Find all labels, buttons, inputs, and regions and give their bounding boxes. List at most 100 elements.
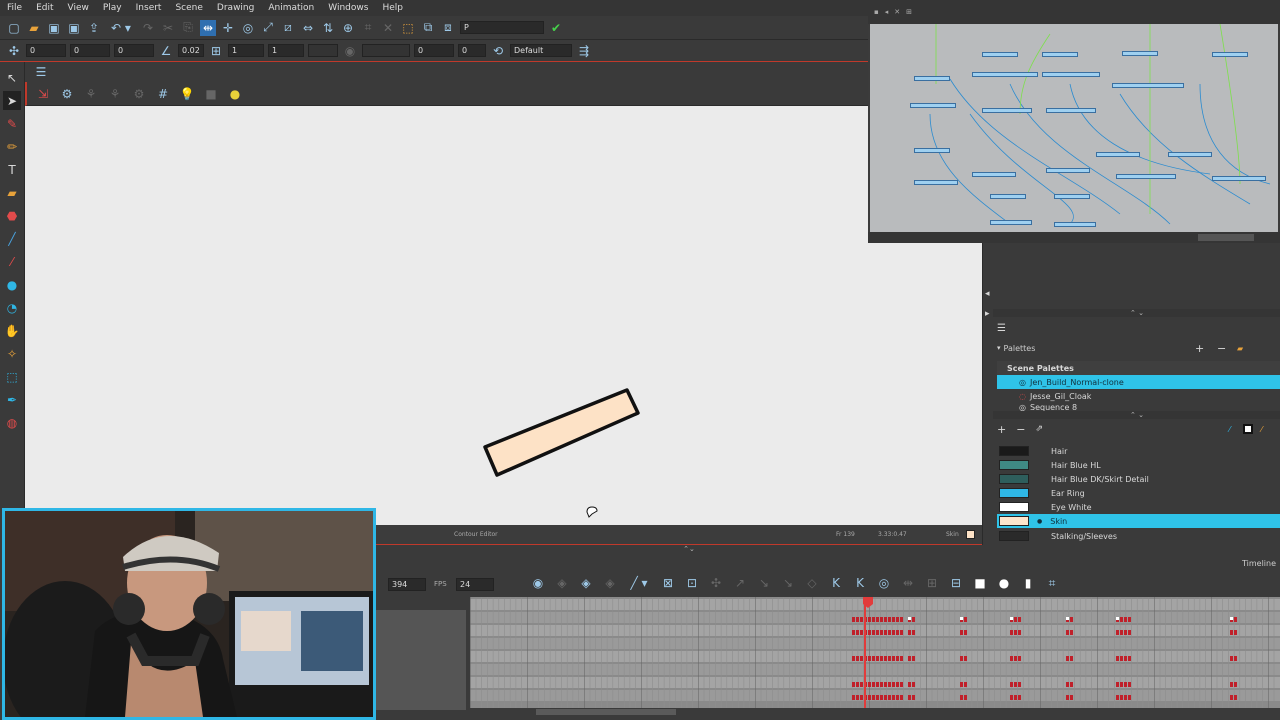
key-mark[interactable] bbox=[1116, 695, 1119, 700]
angle-field[interactable]: 0.02 bbox=[178, 44, 204, 57]
node-back-icon[interactable]: ◂ bbox=[885, 8, 889, 16]
key-mark[interactable] bbox=[876, 656, 879, 661]
split-icon[interactable]: ⊟ bbox=[948, 575, 964, 591]
palette-item[interactable]: ◌ Jesse_Gil_Cloak bbox=[997, 389, 1280, 403]
playhead-line[interactable] bbox=[864, 597, 866, 710]
frame-icon[interactable]: ⬚ bbox=[400, 20, 416, 36]
stop-motion-icon[interactable]: ◎ bbox=[876, 575, 892, 591]
key-mark[interactable] bbox=[860, 617, 863, 622]
x-field[interactable]: 0 bbox=[26, 44, 66, 57]
animate-mode-icon[interactable]: ⚘ bbox=[83, 86, 99, 102]
key-mark-white[interactable] bbox=[960, 617, 963, 620]
key-mark[interactable] bbox=[1230, 682, 1233, 687]
save-as-icon[interactable]: ▣ bbox=[66, 20, 82, 36]
remove-palette-icon[interactable]: − bbox=[1217, 342, 1226, 355]
key-mark[interactable] bbox=[1234, 682, 1237, 687]
key-mark[interactable] bbox=[964, 682, 967, 687]
node[interactable] bbox=[914, 180, 958, 185]
menu-animation[interactable]: Animation bbox=[261, 3, 321, 13]
node-delete-icon[interactable]: ✕ bbox=[894, 8, 900, 16]
pencil-tool-icon[interactable]: ✏ bbox=[3, 137, 21, 156]
node[interactable] bbox=[990, 220, 1032, 225]
key-mark[interactable] bbox=[1014, 617, 1017, 622]
key-mark[interactable] bbox=[1066, 695, 1069, 700]
key-mark[interactable] bbox=[892, 617, 895, 622]
menu-windows[interactable]: Windows bbox=[321, 3, 375, 13]
key-mark[interactable] bbox=[888, 695, 891, 700]
rotate-tool-icon[interactable]: ◔ bbox=[3, 298, 21, 317]
key-mark[interactable] bbox=[1014, 682, 1017, 687]
key-mark[interactable] bbox=[960, 682, 963, 687]
key-mark[interactable] bbox=[896, 617, 899, 622]
key-mark[interactable] bbox=[1230, 656, 1233, 661]
key-mark[interactable] bbox=[1234, 656, 1237, 661]
colour-swatch-row[interactable]: Hair Blue DK/Skirt Detail bbox=[997, 472, 1280, 486]
key-mark[interactable] bbox=[888, 656, 891, 661]
key-mark[interactable] bbox=[888, 630, 891, 635]
remove-colour-icon[interactable]: − bbox=[1016, 423, 1025, 436]
key-mark[interactable] bbox=[1010, 630, 1013, 635]
add-colour-icon[interactable]: + bbox=[997, 423, 1006, 436]
key-mark[interactable] bbox=[1124, 682, 1127, 687]
key-mark[interactable] bbox=[880, 630, 883, 635]
onion-icon[interactable]: ⧉ bbox=[420, 20, 436, 36]
key-mark[interactable] bbox=[912, 617, 915, 622]
key-mark[interactable] bbox=[908, 695, 911, 700]
key-mark-white[interactable] bbox=[1230, 617, 1233, 620]
key-mark[interactable] bbox=[868, 617, 871, 622]
key-mark[interactable] bbox=[1018, 695, 1021, 700]
onion-skin-toggle-icon[interactable]: ◉ bbox=[530, 575, 546, 591]
key-mark[interactable] bbox=[1018, 617, 1021, 622]
deform-icon[interactable]: ⌗ bbox=[360, 20, 376, 36]
text-tool-icon[interactable]: T bbox=[3, 160, 21, 179]
fps-field[interactable]: 24 bbox=[456, 578, 494, 591]
node[interactable] bbox=[914, 148, 950, 153]
key-mark[interactable] bbox=[892, 630, 895, 635]
key-mark[interactable] bbox=[852, 682, 855, 687]
key-mark[interactable] bbox=[868, 695, 871, 700]
key-mark[interactable] bbox=[872, 695, 875, 700]
colour-swatch-row-selected[interactable]: ● Skin bbox=[997, 514, 1280, 528]
key-mark[interactable] bbox=[852, 630, 855, 635]
key-mark[interactable] bbox=[852, 617, 855, 622]
key-mark[interactable] bbox=[1010, 695, 1013, 700]
node[interactable] bbox=[1212, 176, 1266, 181]
node[interactable] bbox=[1054, 222, 1096, 227]
colour-swatch-row[interactable]: Hair bbox=[997, 444, 1280, 458]
key-mark[interactable] bbox=[900, 630, 903, 635]
timeline-tab[interactable]: Timeline bbox=[1242, 559, 1276, 568]
colour-menu-icon[interactable]: ⁄ bbox=[1261, 425, 1262, 434]
key-mark[interactable] bbox=[880, 656, 883, 661]
swatch-mode-icon[interactable] bbox=[1243, 424, 1253, 434]
menu-drawing[interactable]: Drawing bbox=[210, 3, 261, 13]
line-tool-icon[interactable]: ╱ bbox=[3, 229, 21, 248]
snap-icon[interactable]: ✕ bbox=[380, 20, 396, 36]
key-mark[interactable] bbox=[872, 656, 875, 661]
key-mark[interactable] bbox=[896, 695, 899, 700]
menu-help[interactable]: Help bbox=[375, 3, 410, 13]
layer-icon[interactable]: ◈ bbox=[554, 575, 570, 591]
cutter-tool-icon[interactable]: ✒ bbox=[3, 390, 21, 409]
node[interactable] bbox=[1054, 194, 1090, 199]
layers-icon[interactable]: ◈ bbox=[578, 575, 594, 591]
key-mark[interactable] bbox=[900, 695, 903, 700]
key-mark[interactable] bbox=[1128, 695, 1131, 700]
timeline-resize-handle[interactable]: ⌃⌄ bbox=[674, 545, 704, 553]
skew-field[interactable]: 0 bbox=[414, 44, 454, 57]
key-mark[interactable] bbox=[1120, 630, 1123, 635]
collapse-arrow-icon[interactable]: ◂ bbox=[985, 289, 990, 299]
table-icon[interactable]: ⊞ bbox=[924, 575, 940, 591]
key-mark[interactable] bbox=[1234, 617, 1237, 622]
copy-icon[interactable]: ⎘ bbox=[180, 20, 196, 36]
palette-folder-icon[interactable]: ▰ bbox=[1237, 344, 1243, 353]
key-mark[interactable] bbox=[1070, 630, 1073, 635]
key-mark[interactable] bbox=[872, 617, 875, 622]
layout-select[interactable]: Default bbox=[510, 44, 572, 57]
timeline-frame-grid[interactable] bbox=[470, 597, 1280, 710]
key-mark[interactable] bbox=[908, 630, 911, 635]
shade-icon[interactable]: ■ bbox=[203, 86, 219, 102]
key-mark[interactable] bbox=[880, 695, 883, 700]
key-mark[interactable] bbox=[912, 695, 915, 700]
palette-item-selected[interactable]: ◎ Jen_Build_Normal-clone bbox=[997, 375, 1280, 389]
key-mark[interactable] bbox=[1128, 617, 1131, 622]
